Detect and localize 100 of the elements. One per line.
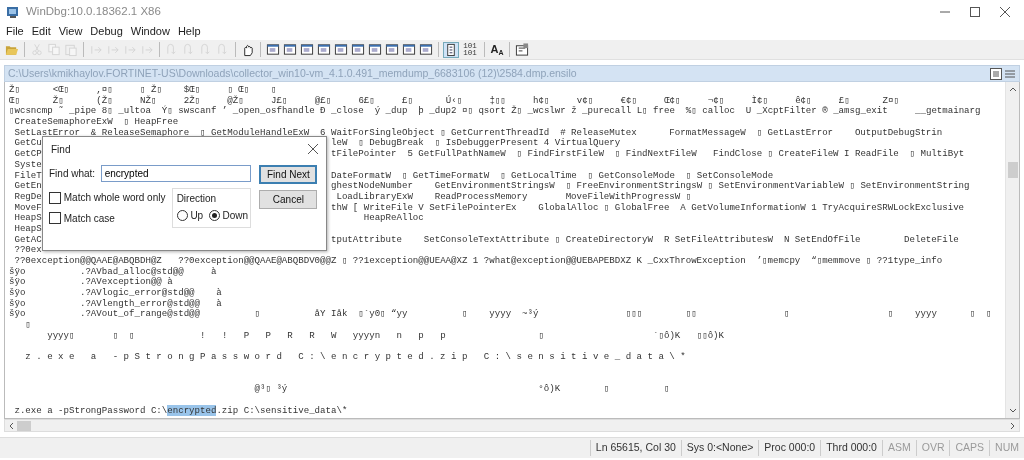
dump-text: Syste bbox=[13, 159, 42, 171]
toolbar-button[interactable] bbox=[299, 41, 315, 58]
dump-text: leW ▯ DebugBreak ▯ IsDebuggerPresent 4 VirtualQuery bbox=[331, 138, 622, 149]
menu-item[interactable]: Window bbox=[126, 23, 174, 40]
dump-line: Ž▯ <Œ▯ ,¤▯ ▯ Ž▯ $Œ▯ ▯ Œ▯ ▯ bbox=[9, 85, 278, 95]
cancel-button[interactable]: Cancel bbox=[259, 189, 318, 209]
horizontal-scrollbar[interactable] bbox=[4, 419, 1020, 432]
dump-text: HeapS bbox=[13, 223, 42, 235]
dump-line: šÿo .?AVlogic_error@std@@ à bbox=[9, 288, 223, 299]
dump-line: šÿo .?AVout_of_range@std@@ ▯ åY Iåk ▯`y0▯ “yy ▯ yyyy ~³ý ▯▯▯ ▯▯ ▯ ▯ yyyy ▯ ▯ bbox=[9, 309, 993, 321]
dump-text: HeapS bbox=[13, 213, 42, 224]
window-title: WinDbg:10.0.18362.1 X86 bbox=[26, 3, 161, 19]
group-label: Direction bbox=[176, 191, 218, 206]
dialog-title: Find bbox=[51, 142, 71, 157]
dump-text: RegDe bbox=[13, 191, 42, 203]
dump-line: šÿo .?AVexception@@ à bbox=[9, 277, 174, 288]
menu-item[interactable]: Edit bbox=[27, 23, 55, 40]
dump-text: tputAttribute SetConsoleTextAttribute ▯ CreateDirectoryW R SetFileAttributesW N SetEndOfFile DeleteFile bbox=[331, 234, 960, 246]
status-field: ASM bbox=[881, 440, 916, 456]
find-next-button[interactable]: Find Next bbox=[259, 165, 318, 184]
window-icon bbox=[351, 42, 365, 57]
window-icon bbox=[283, 42, 297, 57]
toolbar-button[interactable] bbox=[282, 41, 298, 58]
checkbox[interactable] bbox=[49, 212, 61, 225]
toolbar-button[interactable] bbox=[443, 41, 459, 58]
source-icon bbox=[444, 42, 458, 57]
toolbar-button[interactable] bbox=[367, 41, 383, 58]
dump-line: @³▯ ³ý °ô)K ▯ ▯ bbox=[253, 384, 671, 395]
toolbar-button[interactable] bbox=[265, 41, 281, 58]
status-field: Thrd 000:0 bbox=[820, 440, 882, 456]
dump-line: z.exe a -pStrongPassword C:\encrypted.zip C:\sensitive_data\* bbox=[13, 405, 349, 417]
status-field: NUM bbox=[989, 440, 1024, 456]
menu-item[interactable]: View bbox=[54, 23, 87, 40]
scroll-up-icon bbox=[1008, 86, 1017, 92]
status-field: CAPS bbox=[949, 440, 990, 456]
scroll-down-icon bbox=[1008, 408, 1017, 414]
toolbar-button[interactable] bbox=[514, 41, 530, 58]
window-icon bbox=[317, 42, 331, 57]
window-icon bbox=[419, 42, 433, 57]
toolbar-button[interactable] bbox=[384, 41, 400, 58]
dump-text: tFilePointer 5 GetFullPathNameW ▯ FindFirstFileW ▯ FindNextFileW FindClose ▯ CreateFileW I ReadFile ▯ MultiByt bbox=[331, 149, 966, 160]
dump-line: ▯wcsncmp ˜ _pipe 8▯ _ultoa Ý▯ swscanf ’ _open_osfhandle Ð _close ý _dup þ _dup2 ¤▯ qsort Ž▯ _wcslwr ž _purecall L▯ free %▯ calloc U _XcptFilter ® _amsg_exit __getmainarg bbox=[9, 106, 982, 117]
close-icon[interactable] bbox=[308, 144, 318, 154]
window-icon bbox=[368, 42, 382, 57]
dump-line: šÿo .?AVbad_alloc@std@@ à bbox=[9, 266, 218, 277]
window-icon bbox=[300, 42, 314, 57]
dump-line: CreateSemaphoreExW ▯ HeapFree bbox=[13, 117, 180, 128]
dump-text: thW [ WriteFile V SetFilePointerEx GlobalAlloc ▯ GlobalFree A GetVolumeInformationW 1 TryAcquireSRWLockExclusive bbox=[331, 202, 966, 213]
toolbar-button[interactable] bbox=[350, 41, 366, 58]
checkbox-label: Match case bbox=[63, 211, 115, 226]
menu-item[interactable]: File bbox=[2, 23, 28, 40]
toolbar-button[interactable] bbox=[401, 41, 417, 58]
radio-label: Down bbox=[222, 209, 248, 224]
dump-text: LoadLibraryExW ReadProcessMemory MoveFileWithProgressW ▯ bbox=[335, 191, 693, 203]
dump-text: HeapReAlloc bbox=[362, 213, 425, 224]
toolbar-button[interactable] bbox=[316, 41, 332, 58]
scrollbar-thumb[interactable] bbox=[1007, 162, 1018, 178]
dump-text: MoveF bbox=[13, 202, 42, 214]
dump-line: SetLastError & ReleaseSemaphore ▯ GetModuleHandleExW 6 WaitForSingleObject ▯ GetCurrentThreadId # ReleaseMutex FormatMessageW ▯ GetLastError OutputDebugStrin bbox=[13, 127, 944, 138]
dump-line: Œ▯ Ž▯ (Ž▯ NŽ▯ 2Ž▯ @Ž▯ J£▯ @£▯ 6£▯ £▯ Ú‹▯ ‡▯▯ h¢▯ v¢▯ €¢▯ Œ¢▯ ¬¢▯ Ì¢▯ ê¢▯ £▯ Z¤▯ bbox=[9, 95, 900, 106]
dump-text: FileT bbox=[13, 170, 42, 182]
toolbar-button[interactable] bbox=[333, 41, 349, 58]
maximize-icon[interactable] bbox=[970, 6, 980, 17]
dump-text: GetCP bbox=[13, 149, 42, 160]
status-field: Ln 65615, Col 30 bbox=[589, 440, 681, 456]
dump-line: z . e x e a - p S t r o n g P a s s w o r d C : \ e n c r y p t e d . z i p C : \ s e n s i t i v e _ d a t a \ * bbox=[24, 352, 687, 363]
toolbar-button[interactable] bbox=[418, 41, 434, 58]
dump-line: ▯ bbox=[24, 320, 32, 331]
dump-text: ghestNodeNumber GetEnvironmentStringsW ▯ FreeEnvironmentStringsW ▯ SetEnvironmentVariableW ▯ SetEnvironmentString bbox=[331, 181, 971, 192]
close-icon[interactable] bbox=[1000, 6, 1010, 17]
document-path: C:\Users\kmikhaylov.FORTINET-US\Downloads\collector_win10-vm_4.1.0.491_memdump_6683106 (12)\2584.dmp.ensilo bbox=[8, 65, 577, 81]
field-label: Find what: bbox=[49, 167, 96, 181]
paste-icon bbox=[64, 42, 78, 57]
scrollbar-thumb[interactable] bbox=[17, 420, 31, 431]
font-button[interactable]: A$_{A}$ bbox=[489, 41, 505, 58]
step-icon bbox=[182, 42, 196, 57]
vertical-scrollbar[interactable] bbox=[1005, 82, 1019, 418]
app-icon bbox=[6, 5, 20, 20]
scissors-icon bbox=[30, 42, 44, 57]
window-icon bbox=[334, 42, 348, 57]
menu-item[interactable]: Debug bbox=[86, 23, 127, 40]
scroll-right-icon bbox=[1010, 421, 1016, 430]
checkbox[interactable] bbox=[49, 191, 61, 204]
menu-item[interactable]: Help bbox=[173, 23, 205, 40]
search-field[interactable]: encrypted bbox=[100, 165, 251, 182]
dump-text: GetCu bbox=[13, 138, 42, 150]
radio-label: Up bbox=[190, 209, 204, 224]
scroll-left-icon bbox=[8, 421, 14, 430]
dump-text: ??0ex bbox=[13, 245, 42, 256]
options-icon bbox=[515, 42, 529, 57]
step-icon bbox=[165, 42, 179, 57]
step-icon bbox=[199, 42, 213, 57]
window-icon bbox=[266, 42, 280, 57]
window-icon bbox=[385, 42, 399, 57]
hand-icon bbox=[241, 42, 255, 57]
window-icon[interactable] bbox=[989, 67, 1002, 80]
step-icon bbox=[216, 42, 230, 57]
dump-text: DateFormatW ▯ GetTimeFormatW ▯ GetLocalTime ▯ GetConsoleMode ▯ SetConsoleMode bbox=[331, 170, 775, 181]
dump-line: šÿo .?AVlength_error@std@@ à bbox=[9, 298, 223, 309]
status-field: OVR bbox=[915, 440, 950, 456]
